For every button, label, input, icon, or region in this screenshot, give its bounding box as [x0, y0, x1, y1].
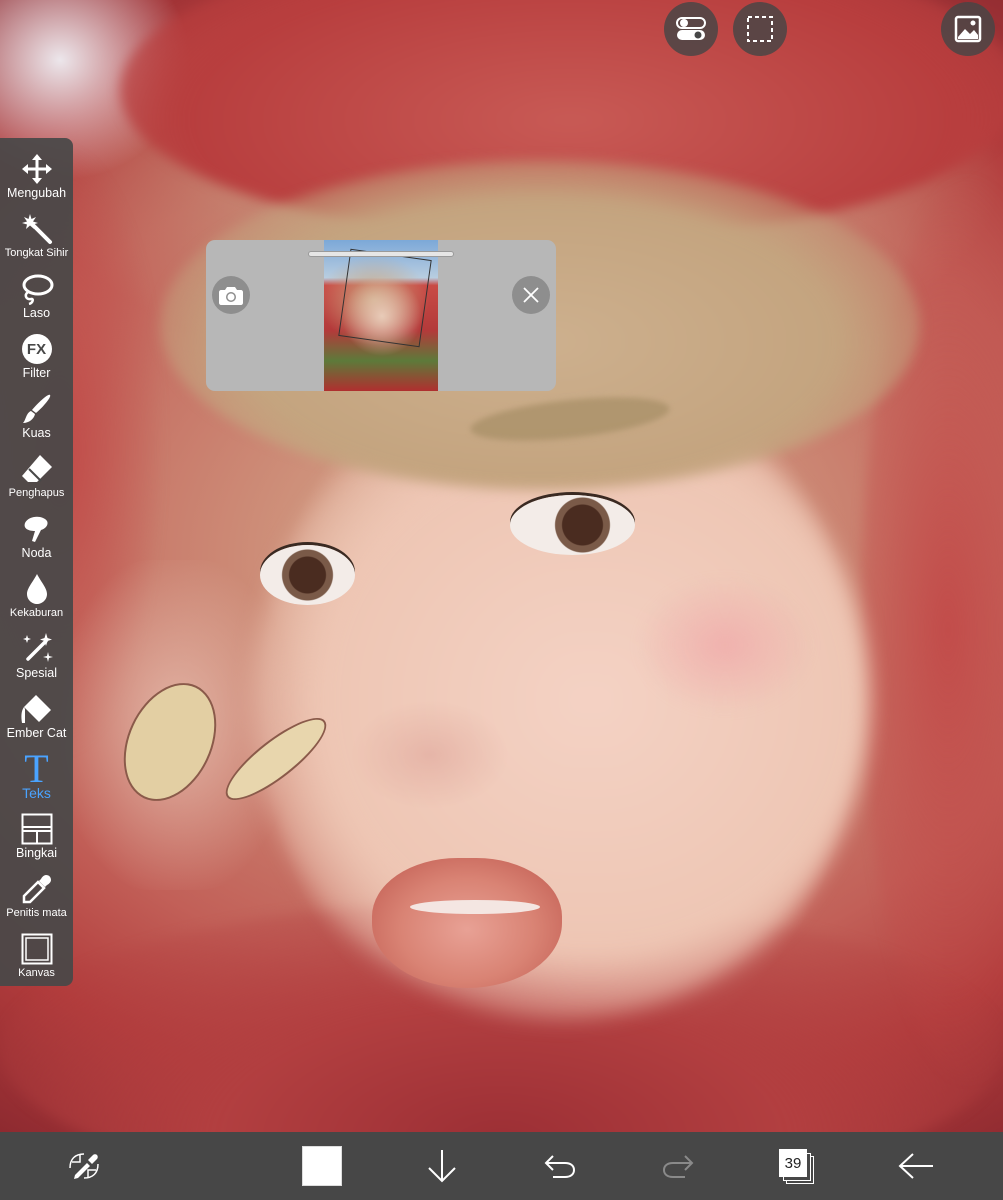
text-glyph: T [24, 746, 49, 791]
current-color-swatch [302, 1146, 342, 1186]
tool-blur[interactable]: Kekaburan [0, 570, 73, 630]
redo-icon [662, 1155, 694, 1178]
tool-label: Filter [22, 366, 51, 380]
camera-icon [219, 287, 243, 305]
fx-filter-icon: FX [20, 332, 54, 366]
eyedropper-icon [20, 872, 54, 906]
undo-button[interactable] [536, 1142, 584, 1190]
selection-icon [747, 16, 773, 42]
cheek-blush [640, 580, 810, 710]
drawing-canvas[interactable] [0, 0, 1003, 1132]
bottom-toolbar: 39 [0, 1132, 1003, 1200]
redo-button[interactable] [654, 1142, 702, 1190]
tool-label: Penitis mata [6, 907, 67, 919]
tool-smudge[interactable]: Noda [0, 510, 73, 570]
tool-label: Kanvas [18, 967, 55, 979]
color-swatch-button[interactable] [300, 1142, 344, 1190]
quick-menu-button[interactable] [60, 1142, 108, 1190]
brush-icon [20, 392, 54, 426]
tool-filter[interactable]: FX Filter [0, 330, 73, 390]
magic-wand-icon [20, 212, 54, 246]
tool-paint-bucket[interactable]: Ember Cat [0, 690, 73, 750]
navigator-thumbnail[interactable] [324, 240, 438, 391]
image-gallery-icon [954, 15, 982, 43]
tool-label: Bingkai [16, 846, 57, 860]
frame-divider-icon [20, 812, 54, 846]
lips-teeth [410, 900, 540, 914]
gallery-button[interactable] [941, 2, 995, 56]
tool-label: Kuas [22, 426, 51, 440]
arrow-down-icon [428, 1150, 456, 1183]
nose [350, 700, 510, 810]
tool-lasso[interactable]: Laso [0, 270, 73, 330]
tool-label: Spesial [16, 666, 57, 680]
tool-brush[interactable]: Kuas [0, 390, 73, 450]
right-eye [510, 495, 635, 555]
close-icon [523, 287, 539, 303]
canvas-icon [20, 932, 54, 966]
tool-label: Ember Cat [6, 726, 67, 740]
layers-button[interactable]: 39 [772, 1142, 820, 1190]
selection-button[interactable] [733, 2, 787, 56]
tool-label: Teks [22, 785, 51, 801]
tool-special[interactable]: Spesial [0, 630, 73, 690]
toggle-settings-button[interactable] [664, 2, 718, 56]
tool-label: Mengubah [6, 186, 67, 200]
special-sparkle-icon [20, 632, 54, 666]
lasso-icon [20, 272, 54, 306]
text-icon: T [20, 746, 54, 791]
tool-magic-wand[interactable]: Tongkat Sihir [0, 210, 73, 270]
blur-drop-icon [20, 572, 54, 606]
lips [372, 858, 562, 988]
tool-label: Tongkat Sihir [4, 247, 69, 259]
left-eye [260, 545, 355, 605]
tool-text[interactable]: T Teks [0, 746, 73, 810]
navigator-window[interactable] [206, 240, 556, 391]
back-button[interactable] [892, 1142, 940, 1190]
navigator-drag-handle[interactable] [308, 251, 454, 257]
download-button[interactable] [418, 1142, 466, 1190]
tool-eraser[interactable]: Penghapus [0, 450, 73, 510]
tool-transform[interactable]: Mengubah [0, 150, 73, 210]
move-icon [20, 152, 54, 186]
navigator-viewport-frame [338, 248, 432, 348]
quick-menu-icon [69, 1153, 99, 1179]
tool-eyedropper[interactable]: Penitis mata [0, 870, 73, 930]
tool-label: Noda [21, 546, 52, 560]
tool-label: Penghapus [8, 487, 65, 499]
undo-icon [544, 1155, 576, 1178]
paint-bucket-icon [20, 692, 54, 726]
navigator-close-button[interactable] [512, 276, 550, 314]
tool-canvas[interactable]: Kanvas [0, 930, 73, 990]
tool-label: Kekaburan [9, 607, 64, 619]
layers-icon: 39 [778, 1148, 814, 1184]
smudge-icon [20, 512, 54, 546]
tool-label: Laso [22, 306, 51, 320]
arrow-left-icon [898, 1153, 933, 1179]
tool-panel: Mengubah Tongkat Sihir Laso FX Filter Ku… [0, 138, 73, 986]
toggle-icon [676, 17, 706, 40]
layers-count: 39 [779, 1149, 807, 1177]
tool-frame-divider[interactable]: Bingkai [0, 810, 73, 870]
navigator-camera-button[interactable] [212, 276, 250, 314]
eraser-icon [20, 452, 54, 486]
fx-glyph: FX [21, 334, 52, 364]
